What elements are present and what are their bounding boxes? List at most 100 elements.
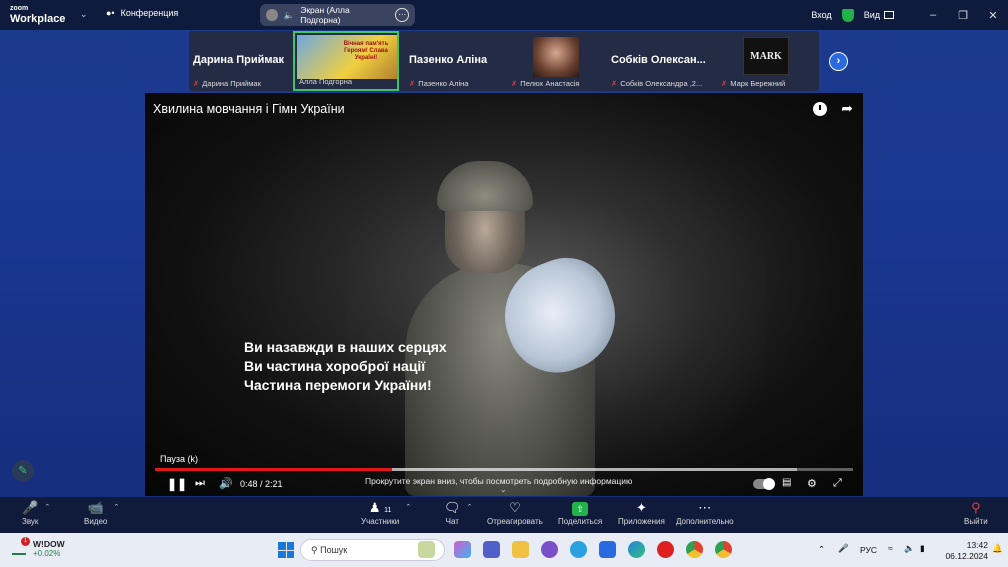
- notification-bell-icon[interactable]: 🔔: [992, 543, 1003, 554]
- speaker-icon: 🔈: [283, 9, 295, 20]
- mic-muted-icon: ✗: [193, 79, 200, 88]
- avatar: [266, 9, 278, 21]
- login-button[interactable]: Вход: [811, 10, 831, 20]
- chevron-up-icon[interactable]: ⌃: [818, 544, 825, 555]
- thumbnail-text: Вічная пам'ять Героям! Слава Україні!: [343, 41, 389, 61]
- participant-tile[interactable]: Собків Олексан... ✗ Собків Олександра ,2.…: [607, 31, 717, 91]
- minimize-icon[interactable]: –: [918, 9, 948, 21]
- participant-big-name: Дарина Приймак: [193, 54, 285, 66]
- gear-icon[interactable]: ⚙: [807, 477, 817, 490]
- participants-button[interactable]: ♟ 11 Участники ⌃: [361, 500, 411, 526]
- opera-icon[interactable]: [657, 541, 674, 558]
- close-icon[interactable]: ✕: [978, 9, 1008, 22]
- autoplay-toggle[interactable]: [753, 478, 775, 490]
- caret-up-icon[interactable]: ⌃: [45, 503, 51, 511]
- people-icon: ●•: [106, 8, 115, 18]
- leave-button[interactable]: ⚲ Выйти: [964, 500, 988, 526]
- next-icon[interactable]: ⏭: [195, 477, 205, 490]
- participant-tile[interactable]: Пазенко Аліна ✗ Пазенко Аліна: [405, 31, 513, 91]
- windows-start-icon[interactable]: [278, 542, 294, 558]
- clock-date: 06.12.2024: [945, 551, 988, 561]
- participant-tile-active[interactable]: Вічная пам'ять Героям! Слава Україні! Ал…: [293, 31, 399, 91]
- participant-thumbnail: [533, 37, 579, 77]
- file-explorer-icon[interactable]: [512, 541, 529, 558]
- microphone-icon[interactable]: 🎤: [838, 543, 849, 554]
- zoom-app-icon[interactable]: [599, 541, 616, 558]
- participant-tile[interactable]: MARK ✗ Марк Бережний: [717, 31, 819, 91]
- video-controls: ❚❚ ⏭ 🔊 0:48 / 2:21 Прокрутите экран вниз…: [145, 475, 863, 495]
- participant-tile[interactable]: Дарина Приймак ✗ Дарина Приймак: [189, 31, 293, 91]
- played-bar: [155, 468, 393, 471]
- subtitles-icon[interactable]: ▤: [782, 477, 791, 488]
- time-display: 0:48 / 2:21: [240, 479, 283, 489]
- caret-up-icon[interactable]: ⌃: [405, 503, 411, 511]
- share-label: Поделиться: [558, 517, 603, 526]
- copilot-icon[interactable]: [454, 541, 471, 558]
- apps-label: Приложения: [618, 517, 665, 526]
- more-label: Дополнительно: [676, 517, 734, 526]
- video-button[interactable]: 📹 Видео ⌃: [84, 500, 119, 526]
- viber-icon[interactable]: [541, 541, 558, 558]
- caption-line: Ви частина хороброї нації: [244, 358, 426, 374]
- participants-label: Участники: [361, 517, 400, 526]
- participant-tile[interactable]: ✗ Пелюх Анастасія: [507, 31, 607, 91]
- share-arrow-icon[interactable]: ➦: [841, 100, 853, 117]
- notification-badge: 1: [21, 537, 30, 546]
- clock[interactable]: 13:42 06.12.2024: [938, 540, 988, 562]
- exit-fullscreen-icon[interactable]: ⤢: [833, 477, 842, 490]
- more-options-icon[interactable]: ···: [395, 8, 410, 22]
- screen-share-pill[interactable]: 🔈 Экран (Алла Подгорна) ···: [260, 4, 415, 26]
- teams-icon[interactable]: [483, 541, 500, 558]
- telegram-icon[interactable]: [570, 541, 587, 558]
- chrome-icon[interactable]: [686, 541, 703, 558]
- shared-video[interactable]: Хвилина мовчання і Гімн України ➦ Ви наз…: [145, 93, 863, 496]
- restore-icon[interactable]: ❐: [948, 9, 978, 22]
- edge-icon[interactable]: [628, 541, 645, 558]
- participants-count: 11: [384, 507, 392, 514]
- chevron-right-icon[interactable]: ›: [829, 52, 848, 71]
- mic-muted-icon: ✗: [409, 79, 416, 88]
- grid-icon[interactable]: [884, 11, 894, 19]
- more-button[interactable]: ⋯ Дополнительно: [676, 500, 734, 526]
- leave-label: Выйти: [964, 517, 988, 526]
- screen-share-label: Экран (Алла Подгорна): [300, 5, 350, 25]
- progress-bar[interactable]: [155, 468, 853, 471]
- brand-line2: Workplace: [10, 13, 66, 25]
- ticker-change: +0.02%: [33, 549, 61, 558]
- chevron-down-icon[interactable]: ⌄: [500, 485, 507, 494]
- pause-icon[interactable]: ❚❚: [167, 477, 187, 491]
- search-icon: ⚲: [311, 545, 318, 555]
- apps-button[interactable]: ✦ Приложения: [618, 500, 665, 526]
- caret-up-icon[interactable]: ⌃: [114, 503, 120, 511]
- speaker-icon[interactable]: 🔈: [904, 543, 915, 554]
- zoom-logo: zoom Workplace: [10, 4, 66, 25]
- mic-muted-icon: ✗: [721, 79, 728, 88]
- shield-icon[interactable]: [841, 8, 854, 22]
- chrome-profile-icon[interactable]: [715, 541, 732, 558]
- audio-button[interactable]: 🎤 Звук ⌃: [22, 500, 50, 526]
- conference-menu[interactable]: ●• Конференция: [106, 8, 178, 18]
- ship-icon[interactable]: [418, 541, 435, 558]
- audio-label: Звук: [22, 517, 39, 526]
- title-bar-right: Вход Вид – ❐ ✕: [811, 0, 1008, 30]
- leave-icon: ⚲: [971, 500, 981, 515]
- chat-button[interactable]: 🗨 Чат ⌃: [444, 500, 473, 526]
- ticker-label: W!DOW: [33, 539, 65, 549]
- participants-icon: ♟ 11: [368, 500, 392, 515]
- battery-icon[interactable]: ▮: [920, 543, 925, 554]
- chevron-down-icon[interactable]: ⌄: [80, 9, 88, 20]
- view-button[interactable]: Вид: [864, 10, 880, 20]
- language-indicator[interactable]: РУС: [860, 545, 877, 555]
- watch-later-icon[interactable]: [813, 102, 827, 116]
- widgets-button[interactable]: W!DOW +0.02%: [33, 539, 65, 559]
- volume-icon[interactable]: 🔊: [219, 477, 233, 490]
- scroll-hint: Прокрутите экран вниз, чтобы посмотреть …: [365, 476, 633, 486]
- caret-up-icon[interactable]: ⌃: [467, 503, 473, 511]
- search-placeholder: Пошук: [320, 545, 348, 555]
- clock-time: 13:42: [966, 540, 988, 550]
- react-button[interactable]: ♡ Отреагировать: [487, 500, 543, 526]
- wifi-icon[interactable]: ≈: [888, 543, 893, 553]
- share-button[interactable]: ⇧ Поделиться: [558, 500, 602, 526]
- annotate-pencil-icon[interactable]: ✎: [12, 460, 34, 482]
- camera-off-icon: 📹: [87, 500, 104, 515]
